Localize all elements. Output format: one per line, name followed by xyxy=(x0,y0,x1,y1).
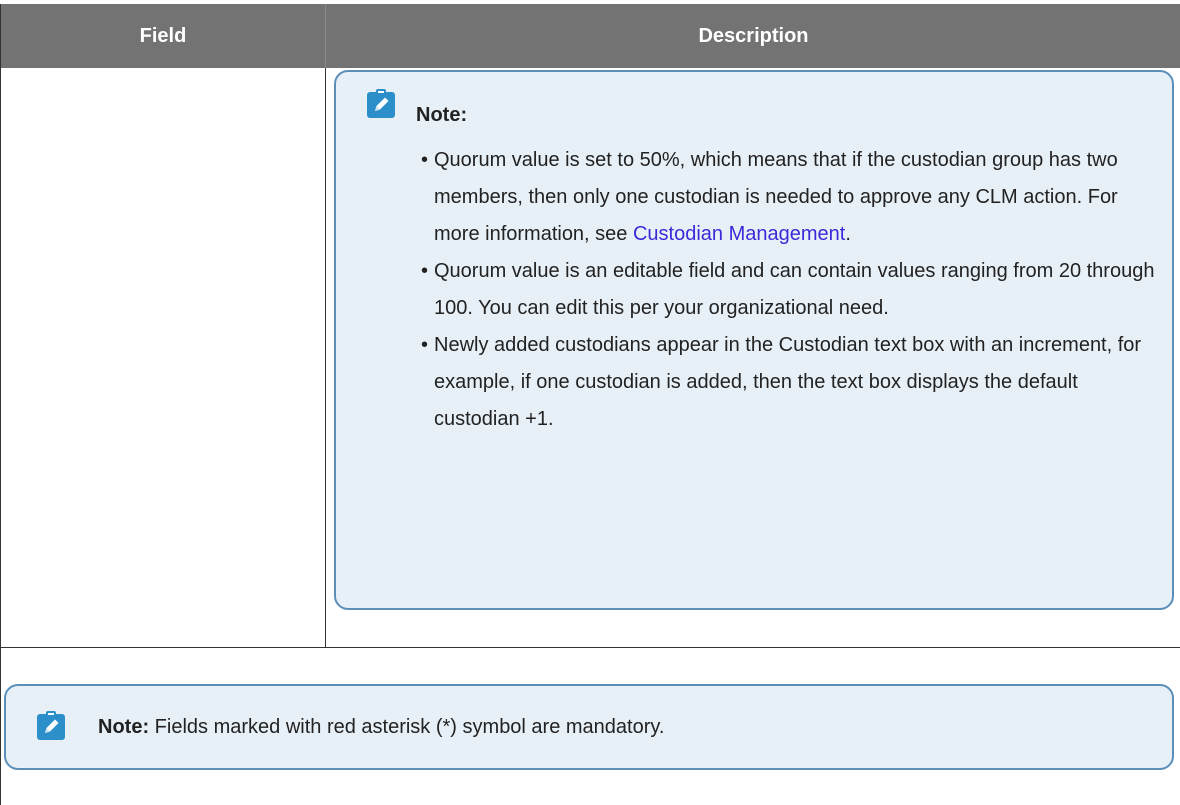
pencil-clipboard-icon xyxy=(367,89,395,118)
note-label: Note: xyxy=(98,716,150,738)
page: Field Description Note: Quorum value is … xyxy=(0,0,1180,805)
list-item: Newly added custodians appear in the Cus… xyxy=(421,327,1162,438)
table-header: Field Description xyxy=(1,4,1180,68)
list-item-suffix: . xyxy=(845,223,851,245)
pencil-clipboard-icon xyxy=(37,711,65,740)
note-box-quorum: Note: Quorum value is set to 50%, which … xyxy=(334,70,1174,610)
note-box-mandatory-fields: Note: Fields marked with red asterisk (*… xyxy=(4,684,1174,770)
column-divider xyxy=(325,68,326,647)
column-header-description: Description xyxy=(325,4,1180,68)
page-border xyxy=(0,648,1,805)
list-item: Quorum value is set to 50%, which means … xyxy=(421,142,1162,253)
list-item: Quorum value is an editable field and ca… xyxy=(421,253,1162,327)
custodian-management-link[interactable]: Custodian Management xyxy=(633,223,845,245)
column-header-field: Field xyxy=(139,24,187,47)
note-title: Note: xyxy=(416,104,468,126)
list-item-text: Quorum value is an editable field and ca… xyxy=(434,260,1155,319)
note-body: Fields marked with red asterisk (*) symb… xyxy=(149,716,665,738)
list-item-text: Newly added custodians appear in the Cus… xyxy=(434,334,1142,430)
mandatory-note-text: Note: Fields marked with red asterisk (*… xyxy=(98,716,664,739)
note-list: Quorum value is set to 50%, which means … xyxy=(421,142,1162,438)
